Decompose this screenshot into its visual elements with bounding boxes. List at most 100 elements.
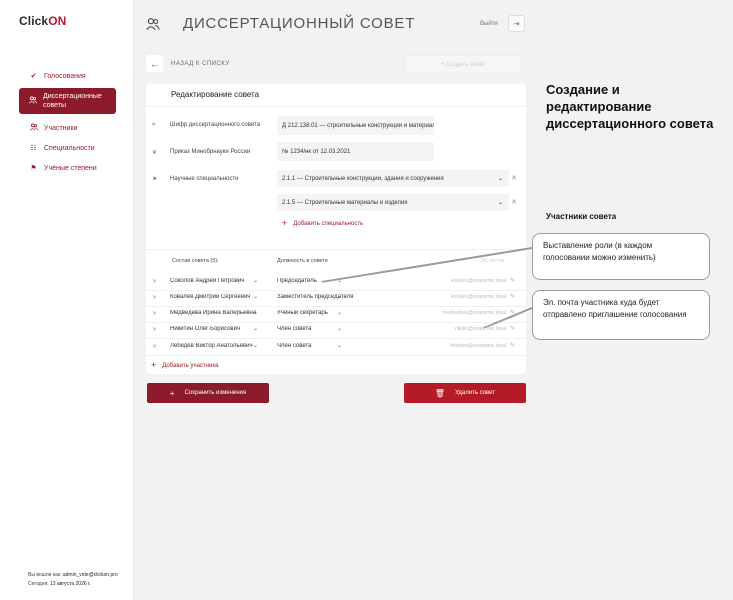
logout-icon: ⇥ <box>513 20 520 28</box>
sidebar: ClickON ✔ Голосования Диссертационные со… <box>0 0 134 600</box>
chevron-down-icon[interactable]: ⌄ <box>337 325 342 332</box>
sidebar-item-label: Специальности <box>44 144 95 152</box>
specialty-select-2[interactable]: 2.1.5 — Строительные материалы и изделия… <box>277 194 509 211</box>
today-value: 13 августа 2026 г. <box>49 581 91 587</box>
divider <box>146 355 526 356</box>
delete-label: Удалить совет <box>455 390 496 396</box>
table-row: ✕ Лебедев Виктор Анатольевич ⌄ Член сове… <box>146 339 526 356</box>
member-role[interactable]: Член совета <box>277 326 355 332</box>
add-member-button[interactable]: + Добавить участника <box>151 360 218 370</box>
today-label: Сегодня: <box>28 581 49 587</box>
cipher-input[interactable]: Д 212.138.01 — строительные конструкции … <box>277 116 434 135</box>
chevron-down-icon[interactable]: ⌄ <box>253 325 258 332</box>
member-role[interactable]: Заместитель председателя <box>277 294 355 300</box>
annotation-title: Создание и редактирование диссертационно… <box>546 82 714 131</box>
sidebar-item-degrees[interactable]: ⚑ Учёные степени <box>19 158 116 178</box>
member-email: kovalev@academic.local <box>450 294 506 300</box>
chevron-down-icon[interactable]: ⌄ <box>337 309 342 316</box>
pencil-icon[interactable]: ✎ <box>510 342 515 349</box>
users-icon <box>29 96 37 107</box>
table-row: ✕ Ковалёв Дмитрий Сергеевич ⌄ Заместител… <box>146 290 526 307</box>
plus-icon: + <box>169 388 175 398</box>
logout-button[interactable]: ⇥ <box>508 15 525 32</box>
logo[interactable]: ClickON <box>19 14 66 28</box>
remove-specialty-icon[interactable]: ✕ <box>511 174 517 182</box>
flag-icon: ⚑ <box>152 177 158 183</box>
remove-specialty-icon[interactable]: ✕ <box>511 198 517 206</box>
members-header-email: Эл. почта <box>480 258 505 264</box>
logout-link[interactable]: Выйти <box>480 21 498 27</box>
sidebar-item-label: Диссертационные советы <box>43 93 102 109</box>
member-name[interactable]: Ковалёв Дмитрий Сергеевич <box>170 294 258 300</box>
create-council-button[interactable]: + Создать совет <box>404 55 522 74</box>
sidebar-nav: ✔ Голосования Диссертационные советы Уча… <box>19 66 116 178</box>
specialty-value: 2.1.5 — Строительные материалы и изделия <box>282 199 408 206</box>
chevron-down-icon[interactable]: ⌄ <box>253 293 258 300</box>
logo-text: Click <box>19 14 49 28</box>
member-name[interactable]: Медведева Ирина Валерьевна <box>170 310 258 316</box>
pencil-icon[interactable]: ✎ <box>510 277 515 284</box>
member-email: nikitin@academic.local <box>455 326 506 332</box>
chevron-down-icon: ⌄ <box>497 200 503 206</box>
sidebar-item-label: Учёные степени <box>44 164 97 172</box>
member-email: lebedev@academic.local <box>450 343 506 349</box>
callout-role: Выставление роли (в каждом голосовании м… <box>532 233 710 280</box>
chevron-down-icon[interactable]: ⌄ <box>337 342 342 349</box>
specialty-select-1[interactable]: 2.1.1 — Строительные конструкции, здания… <box>277 170 509 187</box>
form-title: Редактирование совета <box>171 90 260 99</box>
users-icon <box>29 123 38 133</box>
chevron-down-icon[interactable]: ⌄ <box>253 277 258 284</box>
add-specialty-label: Добавить специальность <box>293 221 364 227</box>
remove-member-icon[interactable]: ✕ <box>152 294 157 301</box>
pencil-icon[interactable]: ✎ <box>510 309 515 316</box>
divider <box>146 249 526 250</box>
chevron-down-icon[interactable]: ⌄ <box>253 342 258 349</box>
callout-email: Эл. почта участника куда будет отправлен… <box>532 290 710 340</box>
logo-accent: ON <box>48 14 67 28</box>
divider <box>146 106 526 107</box>
remove-member-icon[interactable]: ✕ <box>152 343 157 350</box>
list-icon: ☷ <box>30 145 37 152</box>
plus-icon: + <box>151 360 157 370</box>
member-role[interactable]: Учёный секретарь <box>277 310 355 316</box>
users-icon <box>146 17 160 31</box>
back-button[interactable]: ← <box>146 55 163 72</box>
sidebar-item-votes[interactable]: ✔ Голосования <box>19 66 116 86</box>
login-value: admin_vote@clickon.pro <box>62 572 118 578</box>
member-email: sokolov@academic.local <box>450 278 506 284</box>
sidebar-item-members[interactable]: Участники <box>19 118 116 138</box>
remove-member-icon[interactable]: ✕ <box>152 278 157 285</box>
arrow-left-icon: ← <box>150 58 159 69</box>
sidebar-item-label: Голосования <box>44 72 86 80</box>
table-row: ✕ Соколов Андрей Петрович ⌄ Председатель… <box>146 274 526 291</box>
remove-member-icon[interactable]: ✕ <box>152 326 157 333</box>
sidebar-item-specialties[interactable]: ☷ Специальности <box>19 138 116 158</box>
chevron-down-icon[interactable]: ⌄ <box>337 277 342 284</box>
council-form-card: Редактирование совета ⌗ Шифр диссертацио… <box>146 84 526 374</box>
member-role[interactable]: Член совета <box>277 343 355 349</box>
chevron-down-icon[interactable]: ⌄ <box>337 293 342 300</box>
save-button[interactable]: + Сохранить изменения <box>147 383 269 403</box>
member-name[interactable]: Никитин Олег Борисович <box>170 326 258 332</box>
specialties-label: Научные специальности <box>170 176 239 182</box>
delete-button[interactable]: 🗑 Удалить совет <box>404 383 526 403</box>
back-link[interactable]: НАЗАД К СПИСКУ <box>171 61 230 67</box>
sidebar-item-councils[interactable]: Диссертационные советы <box>19 88 116 114</box>
member-name[interactable]: Лебедев Виктор Анатольевич <box>170 343 258 349</box>
pencil-icon[interactable]: ✎ <box>510 325 515 332</box>
chevron-down-icon[interactable]: ⌄ <box>253 309 258 316</box>
specialty-value: 2.1.1 — Строительные конструкции, здания… <box>282 175 444 182</box>
order-input[interactable]: № 1234/нк от 12.03.2021 <box>277 142 434 161</box>
members-header-composition: Состав совета (5): <box>172 258 219 264</box>
member-role[interactable]: Председатель <box>277 278 355 284</box>
remove-member-icon[interactable]: ✕ <box>152 310 157 317</box>
member-email: medvedeva@academic.local <box>442 310 506 316</box>
add-specialty-button[interactable]: + Добавить специальность <box>282 218 363 228</box>
trash-icon: 🗑 <box>434 388 446 398</box>
chevron-down-icon: ⌄ <box>497 176 503 182</box>
member-name[interactable]: Соколов Андрей Петрович <box>170 278 258 284</box>
cipher-label: Шифр диссертационного совета <box>170 122 261 128</box>
annotation-members-title: Участники совета <box>546 212 617 221</box>
flag-icon: ⚑ <box>30 165 37 172</box>
pencil-icon[interactable]: ✎ <box>510 293 515 300</box>
